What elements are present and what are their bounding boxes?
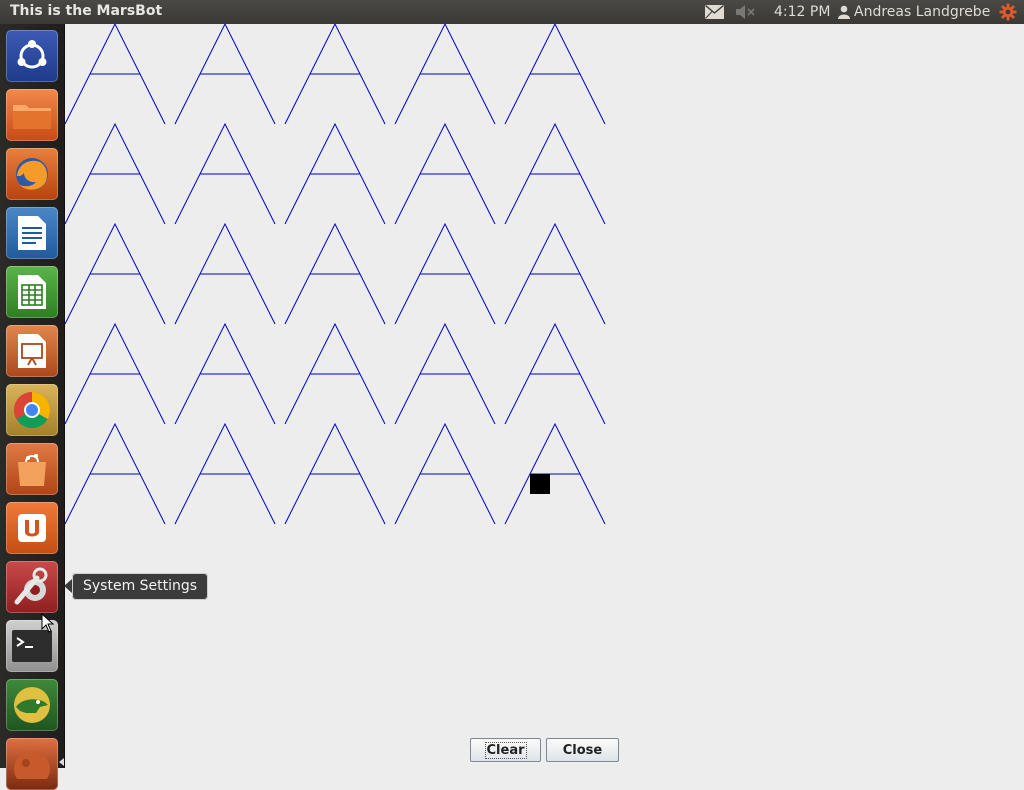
mars-icon (14, 751, 50, 779)
user-icon (838, 5, 850, 19)
letter-a-glyph (394, 24, 496, 125)
letter-a-glyph (504, 322, 606, 425)
letter-a-glyph (174, 422, 276, 525)
letter-a-drawing (64, 24, 606, 525)
ubuntu-logo-icon (17, 40, 47, 69)
letter-a-glyph (174, 222, 276, 325)
letter-a-glyph (504, 422, 606, 525)
letter-a-glyph (174, 24, 276, 125)
mail-icon[interactable] (705, 0, 724, 24)
clear-button[interactable]: Clear (470, 738, 541, 762)
letter-a-glyph (64, 122, 166, 225)
session-gear-icon[interactable] (999, 0, 1017, 24)
clock[interactable]: 4:12 PM (774, 0, 830, 24)
letter-a-glyph (64, 24, 166, 125)
user-menu[interactable]: Andreas Landgrebe (838, 0, 990, 24)
letter-a-glyph (394, 122, 496, 225)
launcher-item-ubuntu-dash[interactable] (6, 30, 58, 82)
terminal-icon (12, 630, 52, 662)
letter-a-glyph (64, 422, 166, 525)
close-button-label: Close (562, 742, 603, 758)
launcher-item-system-settings[interactable] (6, 561, 58, 613)
letter-a-glyph (284, 122, 386, 225)
user-name: Andreas Landgrebe (854, 4, 991, 20)
launcher-item-libreoffice-calc[interactable] (6, 266, 58, 318)
sound-muted-icon[interactable] (736, 0, 756, 24)
letter-a-glyph (504, 122, 606, 225)
mouse-cursor-icon (41, 613, 55, 633)
letter-a-glyph (174, 122, 276, 225)
letter-a-glyph (284, 422, 386, 525)
letter-a-glyph (284, 222, 386, 325)
clear-button-label: Clear (484, 741, 527, 759)
settings-wrench-icon (14, 567, 48, 605)
launcher-item-software-center[interactable] (6, 443, 58, 495)
launcher-item-chrome[interactable] (6, 384, 58, 436)
launcher-item-ubuntu-one[interactable] (6, 502, 58, 554)
top-panel: This is the MarsBot 4:12 PM Andreas Land… (0, 0, 1024, 24)
letter-a-glyph (64, 322, 166, 425)
letter-a-glyph (64, 222, 166, 325)
marsbot-robot (530, 474, 550, 494)
writer-icon (18, 216, 46, 250)
firefox-icon (16, 158, 48, 190)
letter-a-glyph (394, 422, 496, 525)
impress-icon (18, 334, 46, 368)
shopping-bag-icon (18, 454, 46, 486)
calc-icon (18, 275, 46, 309)
launcher-item-libreoffice-writer[interactable] (6, 207, 58, 259)
close-button[interactable]: Close (546, 738, 619, 762)
folder-icon (13, 105, 51, 129)
launcher (0, 24, 65, 790)
letter-a-glyph (394, 322, 496, 425)
launcher-item-libreoffice-impress[interactable] (6, 325, 58, 377)
letter-a-glyph (504, 222, 606, 325)
letter-a-glyph (174, 322, 276, 425)
alligator-icon (14, 687, 50, 723)
drawing-canvas[interactable] (64, 24, 1024, 734)
launcher-item-files[interactable] (6, 89, 58, 141)
letter-a-glyph (284, 24, 386, 125)
letter-a-glyph (504, 24, 606, 125)
active-app-indicator (59, 758, 64, 766)
chrome-icon (13, 392, 51, 429)
letter-a-glyph (394, 222, 496, 325)
launcher-item-firefox[interactable] (6, 148, 58, 200)
letter-a-glyph (284, 322, 386, 425)
launcher-item-gator[interactable] (6, 679, 58, 731)
launcher-item-marsbot[interactable] (6, 738, 58, 790)
ubuntu-one-icon (18, 514, 46, 542)
window-title: This is the MarsBot (10, 3, 163, 19)
